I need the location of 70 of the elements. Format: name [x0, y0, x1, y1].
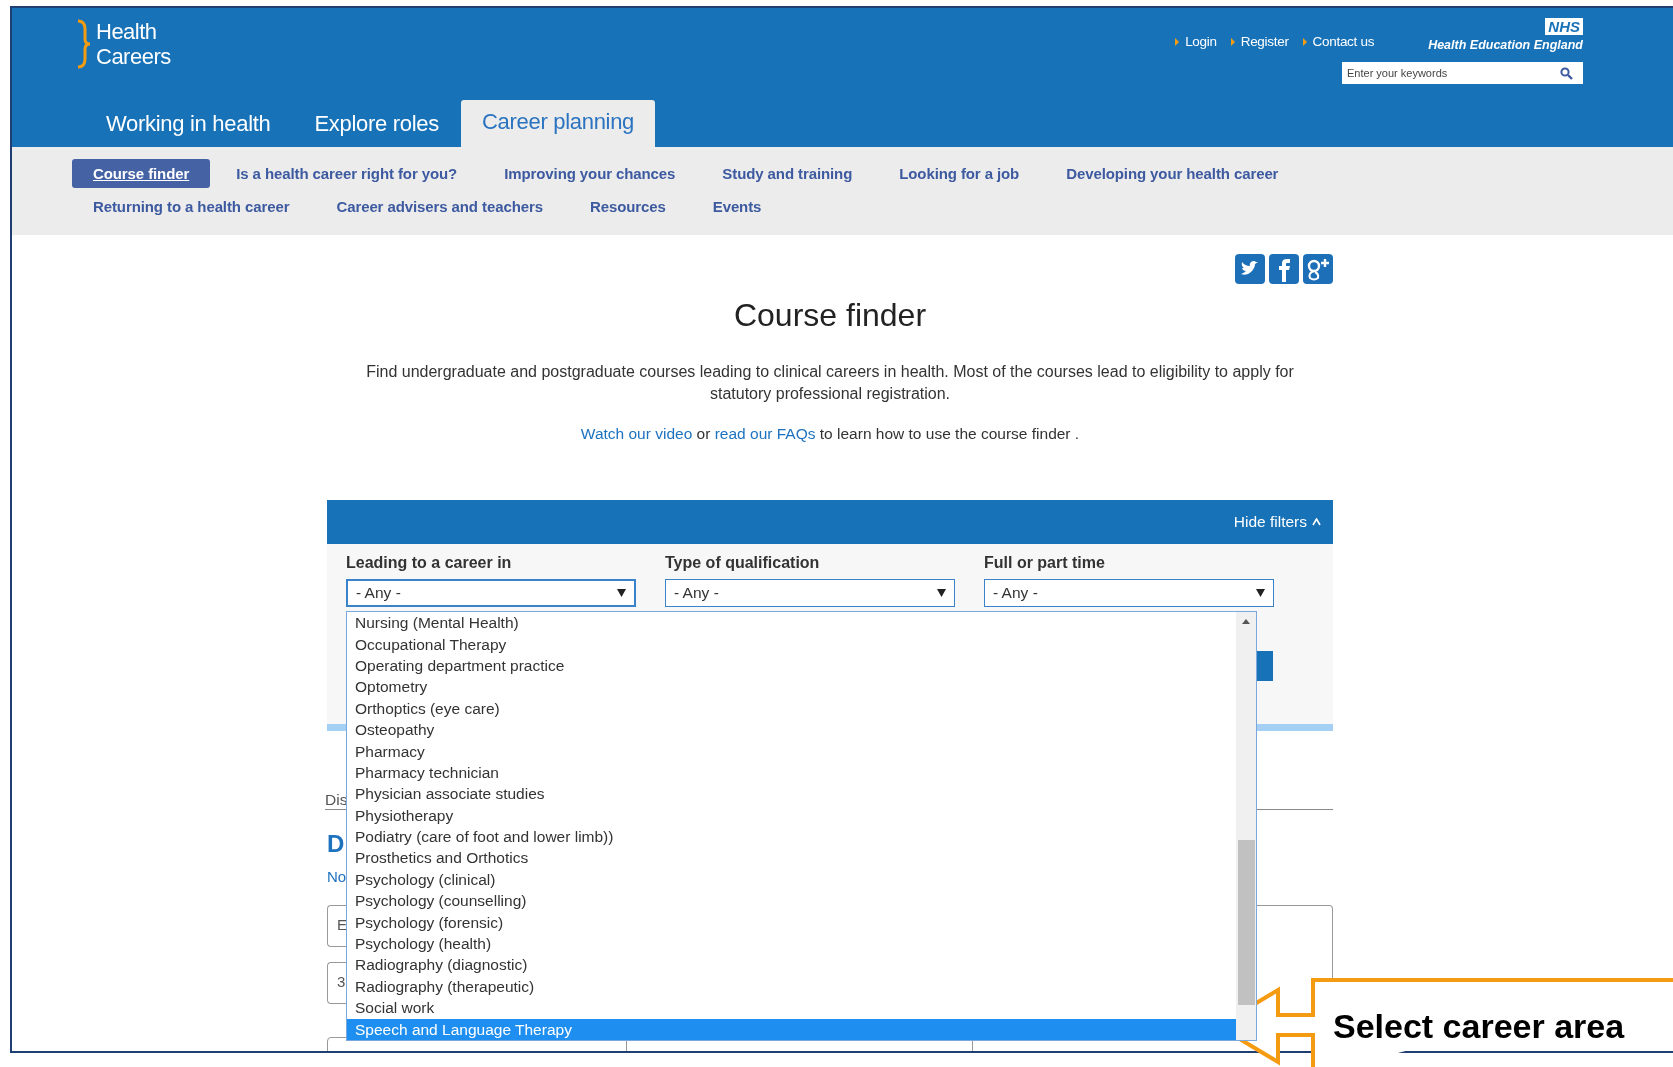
dropdown-option[interactable]: Radiography (diagnostic) — [347, 954, 1236, 976]
dropdown-option[interactable]: Osteopathy — [347, 719, 1236, 741]
header-link[interactable]: Contact us — [1302, 34, 1375, 49]
help-text: or — [696, 425, 711, 442]
dropdown-option[interactable]: Psychology (counselling) — [347, 890, 1236, 912]
sub-nav-link[interactable]: Looking for a job — [878, 159, 1041, 188]
sub-nav-link[interactable]: Course finder — [72, 159, 211, 188]
help-text: to learn how to use the course finder . — [819, 425, 1080, 442]
search-field[interactable]: Enter your keywords — [1342, 62, 1583, 84]
help-link[interactable]: read our FAQs — [714, 425, 816, 442]
dropdown-option[interactable]: Radiography (therapeutic) — [347, 975, 1236, 998]
dropdown-option[interactable]: Pharmacy — [347, 740, 1236, 762]
sub-nav-link[interactable]: Career advisers and teachers — [315, 192, 564, 221]
sub-nav-link[interactable]: Study and training — [701, 159, 874, 188]
dropdown-select[interactable]: - Any - — [665, 579, 955, 607]
dropdown-option[interactable]: Podiatry (care of foot and lower limb)) — [347, 826, 1236, 848]
search-icon[interactable] — [1560, 67, 1573, 80]
input-field[interactable]: 3 — [327, 962, 346, 1004]
dropdown-option[interactable]: Occupational Therapy — [347, 633, 1236, 655]
filter-label: Full or part time — [984, 554, 1106, 572]
google-plus-icon[interactable] — [1303, 254, 1333, 284]
header-link[interactable]: Register — [1230, 34, 1289, 49]
main-nav-tab[interactable]: Working in health — [84, 102, 293, 147]
dropdown-option[interactable]: Psychology (health) — [347, 933, 1236, 955]
dropdown-option[interactable]: Psychology (clinical) — [347, 868, 1236, 891]
dropdown-option[interactable]: Operating department practice — [347, 654, 1236, 677]
dropdown-option[interactable]: Orthoptics (eye care) — [347, 697, 1236, 720]
logo-text[interactable]: Health — [96, 19, 171, 44]
logo-brace-icon — [76, 19, 92, 69]
results-heading: D — [327, 830, 345, 858]
nhs-badge: NHS — [1545, 18, 1583, 35]
dropdown-option[interactable]: Optometry — [347, 676, 1236, 698]
scrollbar[interactable] — [1236, 612, 1256, 1040]
filter-label: Leading to a career in — [346, 554, 513, 572]
dropdown-option[interactable]: Physiotherapy — [347, 804, 1236, 827]
sub-nav-link[interactable]: Resources — [568, 192, 687, 221]
dropdown-arrow-icon — [937, 589, 946, 597]
caret-up-icon — [1312, 518, 1321, 526]
dropdown-option[interactable]: Prosthetics and Orthotics — [347, 847, 1236, 869]
dropdown-option[interactable]: Nursing (Mental Health) — [347, 612, 1236, 634]
header-link[interactable]: Login — [1175, 34, 1217, 49]
main-nav-tab[interactable]: Career planning — [461, 100, 656, 147]
results-note: No — [327, 868, 347, 885]
distance-label: Dis — [325, 791, 348, 808]
input-field[interactable]: E — [327, 905, 346, 947]
help-link[interactable]: Watch our video — [580, 425, 693, 442]
sub-nav-link[interactable]: Improving your chances — [483, 159, 697, 188]
organisation-name: Health Education England — [1428, 38, 1583, 52]
hide-filters-link[interactable]: Hide filters — [1233, 513, 1321, 531]
dropdown-option[interactable]: Psychology (forensic) — [347, 911, 1236, 934]
sub-nav-link[interactable]: Returning to a health career — [72, 192, 311, 221]
callout-text: Select career area — [1333, 1007, 1625, 1046]
filter-label: Type of qualification — [665, 554, 821, 572]
dropdown-option[interactable]: Pharmacy technician — [347, 761, 1236, 784]
main-nav-tab[interactable]: Explore roles — [292, 102, 461, 147]
page-title: Course finder — [732, 297, 928, 334]
intro-text: Find undergraduate and postgraduate courses leading to clinical careers in health. Most of the courses lead to eligibility to apply for statutory professional registration. — [365, 362, 1295, 404]
dropdown-option[interactable]: Social work — [347, 997, 1236, 1019]
facebook-f-icon[interactable] — [1269, 254, 1299, 284]
dropdown-option[interactable]: Physician associate studies — [347, 783, 1236, 805]
twitter-bird-icon[interactable] — [1235, 254, 1265, 284]
dropdown-select[interactable]: - Any - — [346, 579, 636, 607]
sub-nav-link[interactable]: Events — [691, 192, 783, 221]
sub-nav-link[interactable]: Developing your health career — [1045, 159, 1300, 188]
scroll-up-icon[interactable] — [1242, 619, 1250, 624]
sub-nav-link[interactable]: Is a health career right for you? — [215, 159, 479, 188]
dropdown-select[interactable]: - Any - — [984, 579, 1274, 607]
dropdown-arrow-icon — [617, 589, 626, 597]
logo-text[interactable]: Careers — [96, 44, 171, 69]
dropdown-arrow-icon — [1256, 589, 1265, 597]
